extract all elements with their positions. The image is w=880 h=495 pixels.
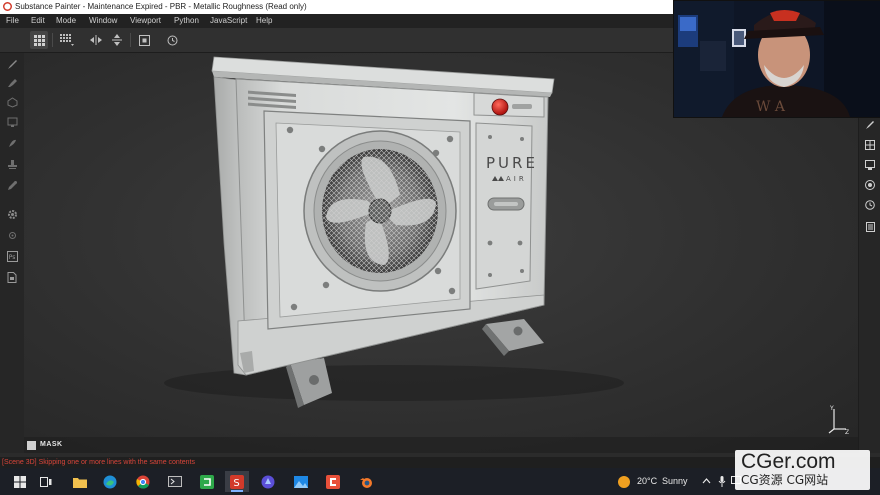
bake-icon[interactable] — [3, 227, 21, 243]
chevron-up-icon[interactable] — [700, 475, 712, 487]
substance-painter-icon[interactable]: S — [225, 471, 249, 492]
mask-toggle-bar[interactable]: MASK — [24, 437, 858, 453]
chrome-icon[interactable] — [131, 471, 155, 492]
edge-icon[interactable] — [98, 471, 122, 492]
microphone-icon[interactable] — [716, 475, 728, 487]
left-tool-panel: Ps — [0, 53, 25, 453]
menu-python[interactable]: Python — [174, 14, 199, 28]
toolbar-separator — [52, 33, 53, 47]
file-explorer-icon[interactable] — [68, 471, 92, 492]
menu-mode[interactable]: Mode — [56, 14, 76, 28]
watermark-line1: CGer.com — [741, 450, 836, 473]
svg-text:W A: W A — [756, 99, 786, 115]
photos-icon[interactable] — [289, 471, 313, 492]
weather-condition[interactable]: Sunny — [662, 476, 688, 486]
presenter-avatar: W A — [674, 1, 880, 117]
svg-text:Ps: Ps — [8, 254, 15, 261]
history-icon[interactable] — [861, 197, 879, 213]
blender-icon[interactable] — [354, 471, 378, 492]
rear-foot-bracket — [482, 319, 544, 356]
brand-label: PURE — [486, 154, 538, 172]
grid-3x3-icon[interactable] — [58, 31, 76, 49]
photoshop-export-icon[interactable]: Ps — [3, 248, 21, 264]
edge-dev-icon[interactable] — [256, 471, 280, 492]
smudge-icon[interactable] — [3, 135, 21, 151]
watermark-logo: CGer.com CG资源 CG网站 — [735, 450, 870, 490]
weather-temperature[interactable]: 20°C — [637, 476, 657, 486]
start-icon[interactable] — [8, 471, 32, 492]
settings-icon[interactable] — [3, 206, 21, 222]
red-power-button — [491, 98, 509, 116]
mask-label: MASK — [40, 441, 63, 448]
texture-set-icon[interactable] — [861, 137, 879, 153]
webcam-overlay: W A — [673, 0, 880, 118]
svg-text:Y: Y — [829, 405, 834, 412]
status-message: [Scene 3D] Skipping one or more lines wi… — [2, 459, 195, 466]
brush-settings-icon[interactable] — [861, 117, 879, 133]
axis-gizmo: Y Z — [828, 405, 849, 435]
camtasia-icon[interactable] — [195, 471, 219, 492]
flip-horizontal-icon[interactable] — [87, 31, 105, 49]
task-view-icon[interactable] — [34, 471, 58, 492]
color-picker-icon[interactable] — [3, 177, 21, 193]
paint-brush-icon[interactable] — [3, 56, 21, 72]
menu-viewport[interactable]: Viewport — [130, 14, 161, 28]
menu-file[interactable]: File — [6, 14, 19, 28]
polygon-fill-icon[interactable] — [3, 114, 21, 130]
flip-vertical-icon[interactable] — [108, 31, 126, 49]
clone-stamp-icon[interactable] — [3, 156, 21, 172]
svg-text:Z: Z — [845, 429, 849, 435]
projection-icon[interactable] — [3, 94, 21, 110]
viewer-settings-icon[interactable] — [861, 177, 879, 193]
brand-sublabel: AIR — [506, 175, 527, 183]
svg-text:S: S — [233, 478, 239, 489]
menu-window[interactable]: Window — [89, 14, 117, 28]
document-icon[interactable] — [3, 269, 21, 285]
history-icon[interactable] — [163, 31, 181, 49]
substance-painter-icon — [3, 2, 12, 11]
menu-javascript[interactable]: JavaScript — [210, 14, 247, 28]
frame-icon[interactable] — [135, 31, 153, 49]
terminal-icon[interactable] — [163, 471, 187, 492]
recorder-icon[interactable] — [321, 471, 345, 492]
shelf-icon[interactable] — [861, 219, 879, 235]
front-foot-bracket — [286, 358, 332, 408]
grid-2x2-icon[interactable] — [30, 31, 48, 49]
window-title: Substance Painter - Maintenance Expired … — [15, 2, 307, 11]
toolbar-separator — [130, 33, 131, 47]
menu-help[interactable]: Help — [256, 14, 272, 28]
eraser-icon[interactable] — [3, 74, 21, 90]
top-right-panel — [473, 92, 545, 118]
menu-edit[interactable]: Edit — [31, 14, 45, 28]
mask-checkbox[interactable] — [27, 441, 36, 450]
watermark-line2: CG资源 CG网站 — [741, 473, 829, 487]
display-settings-icon[interactable] — [861, 157, 879, 173]
sun-icon[interactable] — [618, 476, 630, 488]
